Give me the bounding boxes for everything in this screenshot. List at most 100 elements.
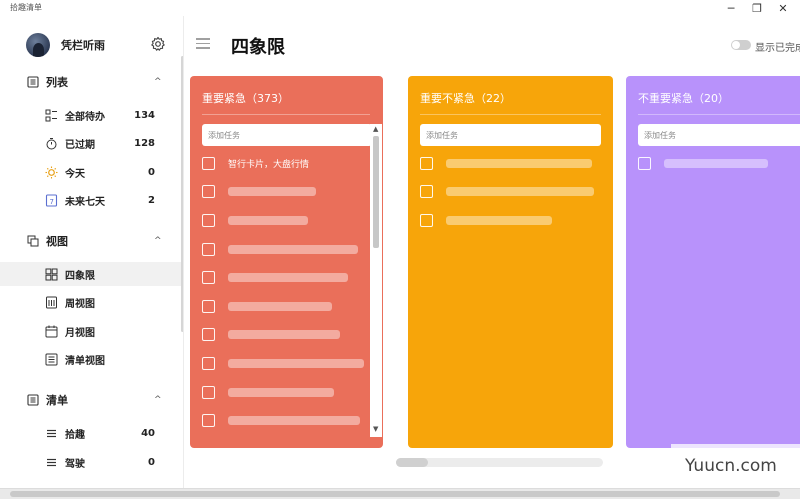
- section-list[interactable]: 列表 ^: [0, 70, 183, 94]
- scroll-down-icon[interactable]: ▼: [373, 425, 378, 433]
- task-item[interactable]: [202, 298, 332, 314]
- sidebar-item-count: 134: [134, 109, 155, 121]
- sidebar-item-next-seven-days[interactable]: 7 未来七天 2: [0, 188, 183, 212]
- menu-icon[interactable]: [196, 38, 210, 50]
- gear-icon[interactable]: [150, 36, 166, 52]
- task-item[interactable]: [202, 183, 316, 199]
- task-checkbox[interactable]: [202, 270, 215, 284]
- task-checkbox[interactable]: [202, 156, 215, 170]
- sidebar-item-count: 40: [141, 427, 155, 439]
- add-task-input[interactable]: [638, 124, 800, 146]
- task-checkbox[interactable]: [202, 184, 215, 198]
- blurred-task-text: [228, 244, 358, 254]
- divider: [638, 114, 800, 115]
- chevron-up-icon[interactable]: ^: [154, 395, 162, 405]
- task-checkbox[interactable]: [420, 184, 433, 198]
- quadrant-horizontal-scrollbar[interactable]: [396, 458, 603, 467]
- sidebar-item-driving[interactable]: 驾驶 0: [0, 450, 183, 474]
- sidebar-item-label: 已过期: [65, 139, 95, 151]
- divider: [202, 114, 370, 115]
- page-title: 四象限: [231, 37, 285, 58]
- blurred-task-text: [228, 215, 308, 225]
- sidebar-item-month-view[interactable]: 月视图: [0, 319, 183, 343]
- chevron-up-icon[interactable]: ^: [154, 77, 162, 87]
- task-item[interactable]: [202, 355, 364, 371]
- sidebar-item-overdue[interactable]: 已过期 128: [0, 131, 183, 155]
- quadrant-not-important-urgent: 不重要紧急（20）: [626, 76, 800, 448]
- checklist-icon: [27, 394, 39, 406]
- task-item[interactable]: 智行卡片，大盘行情: [202, 155, 309, 171]
- task-item[interactable]: [202, 412, 360, 428]
- task-checkbox[interactable]: [420, 213, 433, 227]
- sidebar-item-label: 未来七天: [65, 196, 105, 208]
- scrollbar-thumb[interactable]: [373, 136, 379, 248]
- quadrant-scrollbar[interactable]: ▲ ▼: [370, 124, 382, 437]
- scrollbar-thumb[interactable]: [10, 491, 780, 497]
- task-item[interactable]: [420, 183, 594, 199]
- chevron-up-icon[interactable]: ^: [154, 236, 162, 246]
- close-button[interactable]: ✕: [770, 0, 796, 16]
- add-task-input[interactable]: [202, 124, 372, 146]
- menu-lines-icon: [47, 429, 56, 437]
- section-list-label: 列表: [46, 76, 68, 89]
- sidebar-scrollbar[interactable]: [181, 56, 183, 332]
- sidebar-item-shiqu[interactable]: 拾趣 40: [0, 421, 183, 445]
- add-task-input[interactable]: [420, 124, 601, 146]
- week-view-icon: [46, 296, 57, 308]
- task-item[interactable]: [202, 384, 334, 400]
- task-checkbox[interactable]: [202, 213, 215, 227]
- task-item[interactable]: [420, 155, 592, 171]
- task-checkbox[interactable]: [202, 385, 215, 399]
- section-checklist[interactable]: 清单 ^: [0, 388, 183, 412]
- sidebar-item-quadrant[interactable]: 四象限: [0, 262, 183, 286]
- sidebar: 凭栏听雨 列表 ^ 全部待办 134 已过期 128 今天 0 7 未来七天 2…: [0, 16, 184, 488]
- blurred-task-text: [446, 186, 594, 196]
- show-completed-toggle[interactable]: [731, 40, 751, 50]
- user-name: 凭栏听雨: [61, 39, 105, 52]
- task-checkbox[interactable]: [638, 156, 651, 170]
- task-text: 智行卡片，大盘行情: [228, 159, 310, 170]
- maximize-button[interactable]: ❐: [744, 0, 770, 16]
- stopwatch-icon: [46, 137, 57, 149]
- scrollbar-thumb[interactable]: [396, 458, 428, 467]
- task-checkbox[interactable]: [420, 156, 433, 170]
- sidebar-item-week-view[interactable]: 周视图: [0, 290, 183, 314]
- task-checkbox[interactable]: [202, 327, 215, 341]
- minimize-button[interactable]: ─: [718, 0, 744, 16]
- task-checkbox[interactable]: [202, 242, 215, 256]
- sidebar-item-all-todos[interactable]: 全部待办 134: [0, 103, 183, 127]
- blurred-task-text: [446, 158, 592, 168]
- task-item[interactable]: [202, 269, 348, 285]
- task-item[interactable]: [420, 212, 552, 228]
- section-view[interactable]: 视图 ^: [0, 229, 183, 253]
- list-view-icon: [45, 353, 58, 365]
- list-icon: [27, 76, 39, 88]
- sidebar-item-today[interactable]: 今天 0: [0, 160, 183, 184]
- blurred-task-text: [228, 415, 360, 425]
- minimize-icon: ─: [727, 1, 735, 15]
- task-item[interactable]: [202, 212, 308, 228]
- sidebar-item-count: 0: [148, 166, 155, 178]
- menu-lines-icon: [47, 458, 56, 466]
- blurred-task-text: [228, 329, 340, 339]
- task-item[interactable]: [638, 155, 768, 171]
- task-item[interactable]: [202, 326, 340, 342]
- app-title: 拾趣清单: [10, 3, 42, 12]
- blurred-task-text: [664, 158, 768, 168]
- blurred-task-text: [446, 215, 552, 225]
- scroll-up-icon[interactable]: ▲: [373, 125, 378, 133]
- sidebar-item-list-view[interactable]: 清单视图: [0, 347, 183, 371]
- sidebar-item-label: 清单视图: [65, 355, 105, 367]
- sidebar-item-label: 四象限: [65, 270, 95, 282]
- page-horizontal-scrollbar[interactable]: [0, 488, 800, 499]
- quadrant-important-not-urgent: 重要不紧急（22）: [408, 76, 613, 448]
- task-checkbox[interactable]: [202, 299, 215, 313]
- sidebar-item-count: 2: [148, 194, 155, 206]
- blurred-task-text: [228, 387, 334, 397]
- task-checkbox[interactable]: [202, 413, 215, 427]
- task-item[interactable]: [202, 241, 358, 257]
- avatar[interactable]: [26, 33, 50, 57]
- sidebar-item-count: 128: [134, 137, 155, 149]
- task-checkbox[interactable]: [202, 356, 215, 370]
- sidebar-item-label: 拾趣: [65, 429, 85, 441]
